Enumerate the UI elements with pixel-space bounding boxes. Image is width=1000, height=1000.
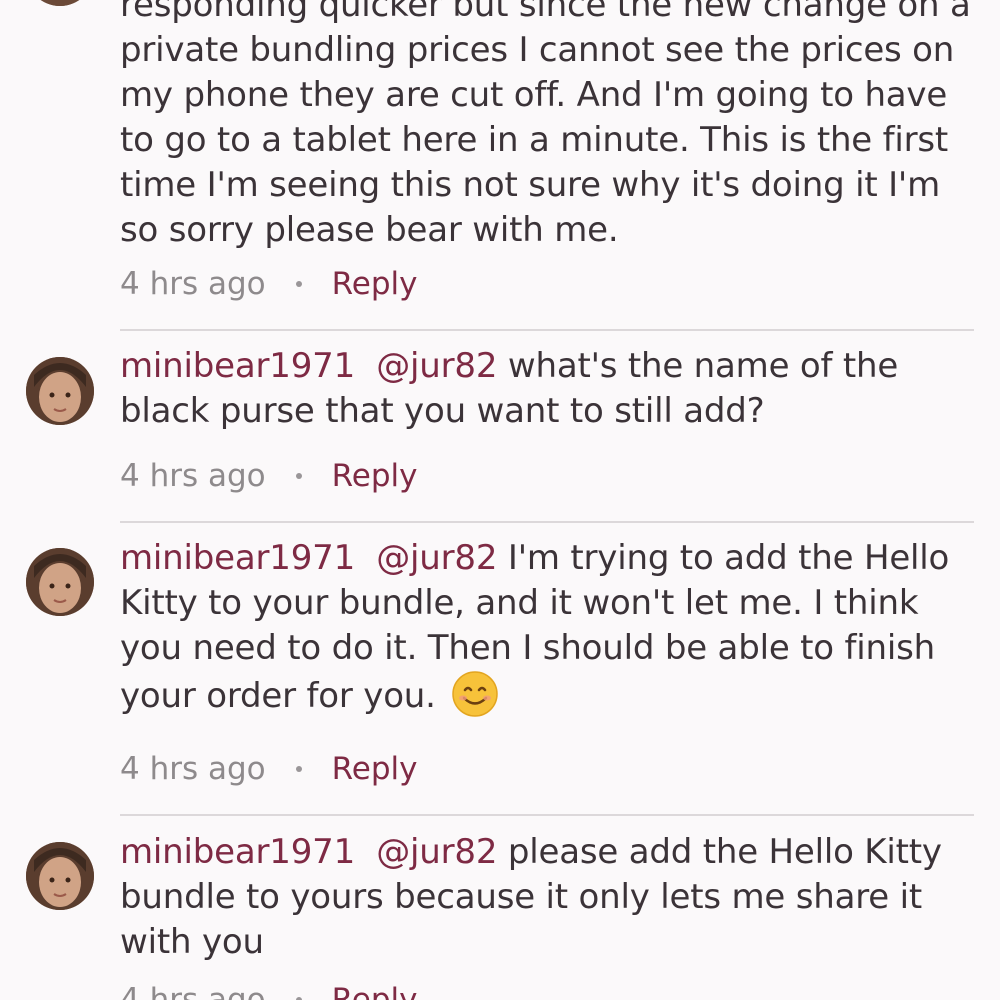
comment-meta: 4 hrs ago Reply (120, 456, 417, 496)
comment-meta: 4 hrs ago Reply (120, 264, 417, 304)
divider (120, 814, 974, 816)
separator-dot (295, 472, 302, 479)
comment-text: minibear1971 @jur82 please add the Hello… (120, 830, 980, 965)
comment-text: minibear1971 @jur82 I'm trying to add th… (120, 536, 980, 719)
comment-username[interactable]: minibear1971 (120, 832, 355, 872)
reply-button[interactable]: Reply (332, 266, 418, 302)
comment-meta: 4 hrs ago Reply (120, 980, 417, 1000)
separator-dot (295, 996, 302, 1000)
divider (120, 329, 974, 331)
smiling-face-emoji-icon (452, 671, 499, 717)
comment-username[interactable]: minibear1971 (120, 538, 355, 578)
reply-button[interactable]: Reply (332, 458, 418, 494)
separator-dot (295, 280, 302, 287)
comment-meta: 4 hrs ago Reply (120, 749, 417, 789)
comment-mention[interactable]: @jur82 (376, 346, 497, 386)
comment-timestamp: 4 hrs ago (120, 458, 266, 494)
separator-dot (295, 765, 302, 772)
comment-mention[interactable]: @jur82 (376, 538, 497, 578)
comment-timestamp: 4 hrs ago (120, 751, 266, 787)
avatar[interactable] (26, 548, 94, 616)
comment-feed: responding quicker but since the new cha… (0, 0, 1000, 1000)
avatar[interactable] (26, 357, 94, 425)
comment-timestamp: 4 hrs ago (120, 266, 266, 302)
reply-button[interactable]: Reply (332, 982, 418, 1000)
comment-username[interactable]: minibear1971 (120, 346, 355, 386)
comment-text: minibear1971 @jur82 what's the name of t… (120, 344, 980, 434)
comment-body: responding quicker but since the new cha… (120, 0, 971, 250)
reply-button[interactable]: Reply (332, 751, 418, 787)
comment-text: responding quicker but since the new cha… (120, 0, 980, 253)
comment-mention[interactable]: @jur82 (376, 832, 497, 872)
divider (120, 521, 974, 523)
comment-timestamp: 4 hrs ago (120, 982, 266, 1000)
avatar[interactable] (26, 842, 94, 910)
avatar[interactable] (26, 0, 94, 6)
